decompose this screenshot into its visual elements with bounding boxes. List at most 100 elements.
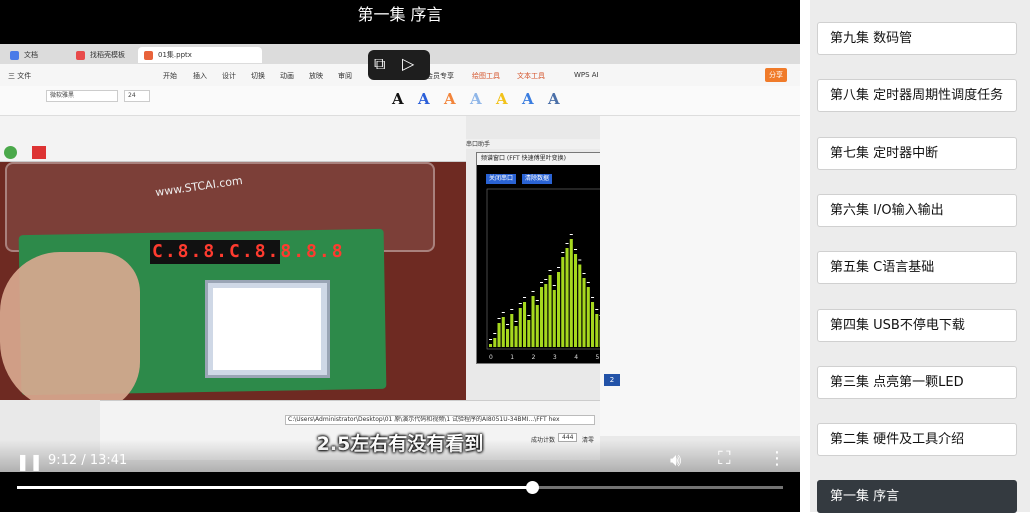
video-player[interactable]: 第一集 序言 文档 找稻壳模板 01集.pptx 三 文件 开始 插入 设计 切… [0, 0, 800, 512]
ribbon-toolbar: 微软雅黑 24 A A A A A A A [0, 86, 800, 116]
serial-window-header [0, 116, 466, 162]
spectrum-bar [565, 248, 569, 347]
text-style-light[interactable]: A [470, 90, 482, 108]
spectrum-bar [582, 278, 586, 347]
playlist-item[interactable]: 第五集 C语言基础 [817, 251, 1017, 285]
time-display: 9:12 / 13:41 [48, 453, 128, 468]
spectrum-x-label: 1 [510, 354, 514, 361]
spectrum-peak [531, 291, 535, 292]
duration: 13:41 [89, 453, 128, 468]
spectrum-peak [586, 282, 590, 283]
doc-icon [10, 51, 19, 60]
menu-design[interactable]: 设计 [222, 71, 236, 81]
playlist-item[interactable]: 第四集 USB不停电下载 [817, 308, 1017, 342]
spectrum-peak [578, 259, 582, 261]
episode-playlist: 第九集 数码管 第八集 定时器周期性调度任务 第七集 定时器中断 第六集 I/O输入输… [810, 0, 1030, 513]
progress-thumb[interactable] [525, 481, 539, 494]
overlay-controls: ⧉ ▷ [368, 50, 430, 80]
text-style-blue3[interactable]: A [548, 90, 560, 108]
spectrum-bar [552, 290, 556, 347]
spectrum-bar [557, 272, 561, 347]
side-workspace: 2 [600, 116, 800, 436]
spectrum-peak [527, 315, 531, 316]
tab-templates[interactable]: 找稻壳模板 [70, 47, 134, 63]
spectrum-peak [565, 243, 569, 244]
spectrum-bar [497, 323, 501, 347]
spectrum-peak [544, 279, 548, 280]
close-port-button[interactable]: 关闭串口 [486, 174, 517, 184]
playlist-item[interactable]: 第三集 点亮第一颗LED [817, 365, 1017, 399]
screen-cast-icon[interactable]: ▷ [402, 54, 414, 73]
menu-drawing-tools[interactable]: 绘图工具 [472, 71, 500, 81]
spectrum-bar [569, 239, 573, 347]
spectrum-peak [595, 309, 599, 310]
playlist-item[interactable]: 第九集 数码管 [817, 22, 1017, 55]
spectrum-bar [501, 317, 505, 347]
menu-review[interactable]: 审阅 [338, 71, 352, 81]
progress-bar[interactable] [17, 481, 783, 494]
playlist-item[interactable]: 第二集 硬件及工具介绍 [817, 423, 1017, 457]
spectrum-peak [557, 267, 561, 268]
menu-animation[interactable]: 动画 [280, 71, 294, 81]
playlist-item[interactable]: 第六集 I/O输入输出 [817, 193, 1017, 227]
spectrum-bar [518, 308, 522, 347]
menu-text-tools[interactable]: 文本工具 [517, 71, 545, 81]
clear-data-button[interactable]: 清除数据 [522, 174, 553, 184]
spectrum-peak [510, 309, 514, 310]
menu-wps-ai[interactable]: WPS AI [574, 71, 599, 79]
gear-icon[interactable] [4, 146, 17, 159]
pause-icon[interactable]: ❚❚ [16, 452, 43, 471]
spectrum-x-label: 3 [553, 354, 557, 361]
seven-segment-display: C.8.8.C.8.8.8.8 [150, 240, 345, 264]
spectrum-peak [489, 339, 493, 340]
tab-pptx[interactable]: 01集.pptx [138, 47, 262, 63]
text-style-yellow[interactable]: A [496, 90, 508, 108]
template-icon [76, 51, 85, 60]
page-indicator: 2 [604, 374, 620, 386]
spectrum-bar [561, 257, 565, 347]
user-icon[interactable] [32, 146, 46, 159]
font-size-select[interactable]: 24 [124, 90, 150, 102]
spectrum-peak [535, 300, 539, 301]
menu-member[interactable]: 会员专享 [426, 71, 454, 81]
spectrum-bar [586, 287, 590, 347]
text-style-black[interactable]: A [392, 90, 404, 108]
tab-documents[interactable]: 文档 [4, 47, 64, 63]
text-style-orange[interactable]: A [444, 90, 456, 108]
picture-in-picture-icon[interactable]: ⧉ [374, 54, 385, 74]
video-frame[interactable]: 文档 找稻壳模板 01集.pptx 三 文件 开始 插入 设计 切换 动画 放映… [0, 44, 800, 472]
menu-transition[interactable]: 切换 [251, 71, 265, 81]
spectrum-peak [574, 249, 578, 250]
pptx-icon [144, 51, 153, 60]
text-style-blue[interactable]: A [418, 90, 430, 108]
path-field[interactable]: C:\Users\Administrator\Desktop\01 原\演示代码… [285, 415, 595, 425]
spectrum-bar [544, 284, 548, 347]
spectrum-x-label: 4 [574, 354, 578, 361]
spectrum-bar [591, 302, 595, 347]
spectrum-bar [531, 296, 535, 347]
spectrum-bar [527, 320, 531, 347]
volume-icon[interactable]: 🔊︎ [670, 450, 681, 471]
spectrum-bar [540, 287, 544, 347]
spectrum-peak [540, 282, 544, 283]
share-button[interactable]: 分享 [765, 68, 787, 82]
current-time: 9:12 [48, 453, 78, 468]
font-name-select[interactable]: 微软雅黑 [46, 90, 118, 102]
spectrum-peak [523, 297, 527, 298]
spectrum-bar [489, 344, 493, 347]
spectrum-peak [506, 324, 510, 325]
spectrum-bar [574, 254, 578, 347]
playlist-item[interactable]: 第八集 定时器周期性调度任务 [817, 79, 1017, 113]
menu-file[interactable]: 三 文件 [8, 71, 31, 81]
playlist-item[interactable]: 第一集 序言 [817, 480, 1017, 513]
playlist-item[interactable]: 第七集 定时器中断 [817, 136, 1017, 170]
spectrum-peak [552, 285, 556, 286]
spectrum-bar [548, 275, 552, 347]
spectrum-peak [582, 273, 586, 274]
fullscreen-icon[interactable]: ⛶ [718, 448, 731, 469]
text-style-blue2[interactable]: A [522, 90, 534, 108]
menu-slideshow[interactable]: 放映 [309, 71, 323, 81]
menu-home[interactable]: 开始 [163, 71, 177, 81]
more-options-icon[interactable]: ⋮ [768, 448, 786, 469]
menu-insert[interactable]: 插入 [193, 71, 207, 81]
